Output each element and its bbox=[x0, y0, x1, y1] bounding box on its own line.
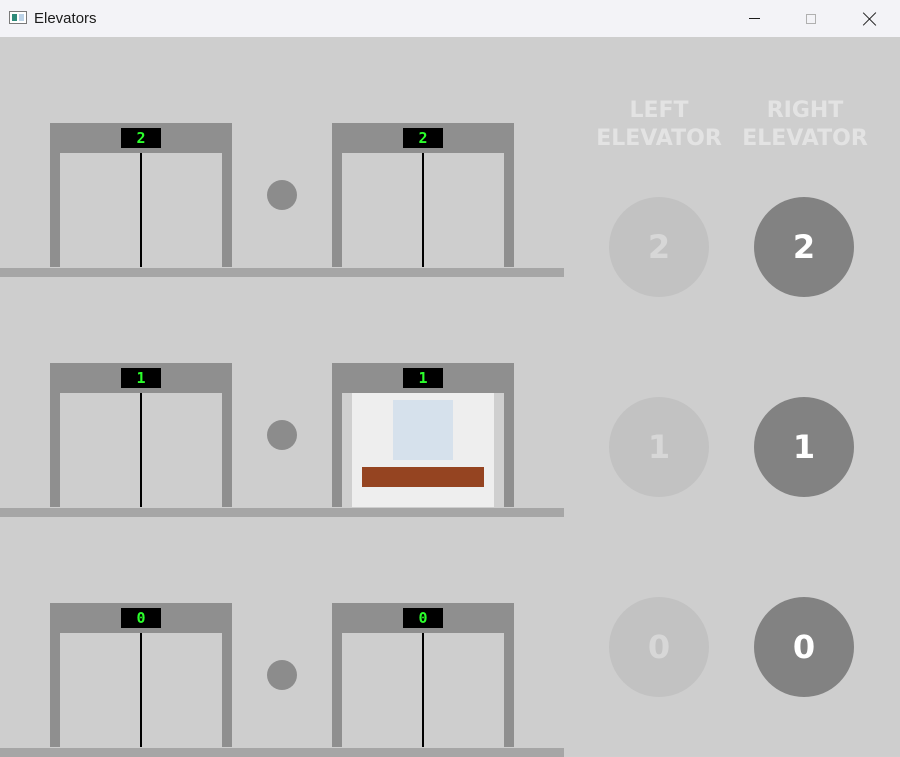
floor-indicator: 0 bbox=[403, 608, 443, 628]
floor-indicator: 1 bbox=[121, 368, 161, 388]
window-title: Elevators bbox=[34, 10, 97, 27]
right-elevator-floor-2-button[interactable]: 2 bbox=[754, 197, 854, 297]
elevator-frame: 0 bbox=[50, 603, 232, 633]
title-bar: Elevators bbox=[0, 0, 900, 37]
right-elevator-floor-0-button[interactable]: 0 bbox=[754, 597, 854, 697]
left-elevator-shaft-floor-0: 0 bbox=[50, 603, 232, 747]
floor-indicator: 2 bbox=[403, 128, 443, 148]
right-elevator-floor-1-button[interactable]: 1 bbox=[754, 397, 854, 497]
frame-left bbox=[332, 153, 342, 267]
floor-indicator: 1 bbox=[403, 368, 443, 388]
cabin-interior bbox=[352, 393, 494, 507]
frame-left bbox=[332, 393, 342, 507]
left-elevator-floor-0-button[interactable]: 0 bbox=[609, 597, 709, 697]
left-header-line1: LEFT bbox=[629, 98, 689, 123]
elevator-frame: 1 bbox=[332, 363, 514, 393]
app-icon bbox=[9, 11, 27, 24]
left-header-line2: ELEVATOR bbox=[596, 126, 722, 151]
elevator-frame: 1 bbox=[50, 363, 232, 393]
frame-right bbox=[504, 393, 514, 507]
cabin-window bbox=[393, 400, 453, 460]
frame-right bbox=[504, 153, 514, 267]
closed-doors bbox=[60, 153, 222, 267]
call-button-floor-2[interactable] bbox=[267, 180, 297, 210]
elevator-frame: 2 bbox=[50, 123, 232, 153]
right-elevator-shaft-floor-1: 1 bbox=[332, 363, 514, 507]
closed-doors bbox=[60, 633, 222, 747]
door-split bbox=[422, 153, 424, 267]
right-header-line1: RIGHT bbox=[766, 98, 844, 123]
elevators-window: Elevators 2 2 1 1 0 0 LEFT ELEVATOR RIGH… bbox=[0, 0, 900, 757]
left-elevator-floor-1-button[interactable]: 1 bbox=[609, 397, 709, 497]
close-icon bbox=[863, 12, 877, 26]
call-button-floor-0[interactable] bbox=[267, 660, 297, 690]
closed-doors bbox=[342, 153, 504, 267]
door-split bbox=[140, 633, 142, 747]
frame-right bbox=[222, 633, 232, 747]
frame-right bbox=[504, 633, 514, 747]
frame-left bbox=[50, 153, 60, 267]
frame-right bbox=[222, 393, 232, 507]
door-split bbox=[140, 153, 142, 267]
right-elevator-shaft-floor-2: 2 bbox=[332, 123, 514, 267]
right-elevator-header: RIGHT ELEVATOR bbox=[735, 97, 875, 153]
left-elevator-floor-2-button[interactable]: 2 bbox=[609, 197, 709, 297]
right-header-line2: ELEVATOR bbox=[742, 126, 868, 151]
frame-left bbox=[50, 633, 60, 747]
close-button[interactable] bbox=[842, 0, 898, 37]
open-elevator-cabin bbox=[342, 393, 504, 507]
elevator-frame: 2 bbox=[332, 123, 514, 153]
floor-slab bbox=[0, 508, 564, 517]
floor-indicator: 0 bbox=[121, 608, 161, 628]
left-elevator-shaft-floor-1: 1 bbox=[50, 363, 232, 507]
call-button-floor-1[interactable] bbox=[267, 420, 297, 450]
closed-doors bbox=[342, 633, 504, 747]
floor-2: 2 2 bbox=[0, 37, 564, 277]
left-elevator-header: LEFT ELEVATOR bbox=[589, 97, 729, 153]
floor-indicator: 2 bbox=[121, 128, 161, 148]
right-elevator-shaft-floor-0: 0 bbox=[332, 603, 514, 747]
door-split bbox=[140, 393, 142, 507]
cabin-bench bbox=[362, 467, 484, 487]
door-split bbox=[422, 633, 424, 747]
left-elevator-shaft-floor-2: 2 bbox=[50, 123, 232, 267]
maximize-icon bbox=[806, 13, 816, 24]
frame-right bbox=[222, 153, 232, 267]
minimize-icon bbox=[748, 18, 760, 19]
floor-0: 0 0 bbox=[0, 517, 564, 757]
closed-doors bbox=[60, 393, 222, 507]
maximize-button[interactable] bbox=[783, 0, 839, 37]
frame-left bbox=[332, 633, 342, 747]
minimize-button[interactable] bbox=[726, 0, 782, 37]
floor-1: 1 1 bbox=[0, 277, 564, 517]
floor-slab bbox=[0, 268, 564, 277]
frame-left bbox=[50, 393, 60, 507]
elevator-frame: 0 bbox=[332, 603, 514, 633]
